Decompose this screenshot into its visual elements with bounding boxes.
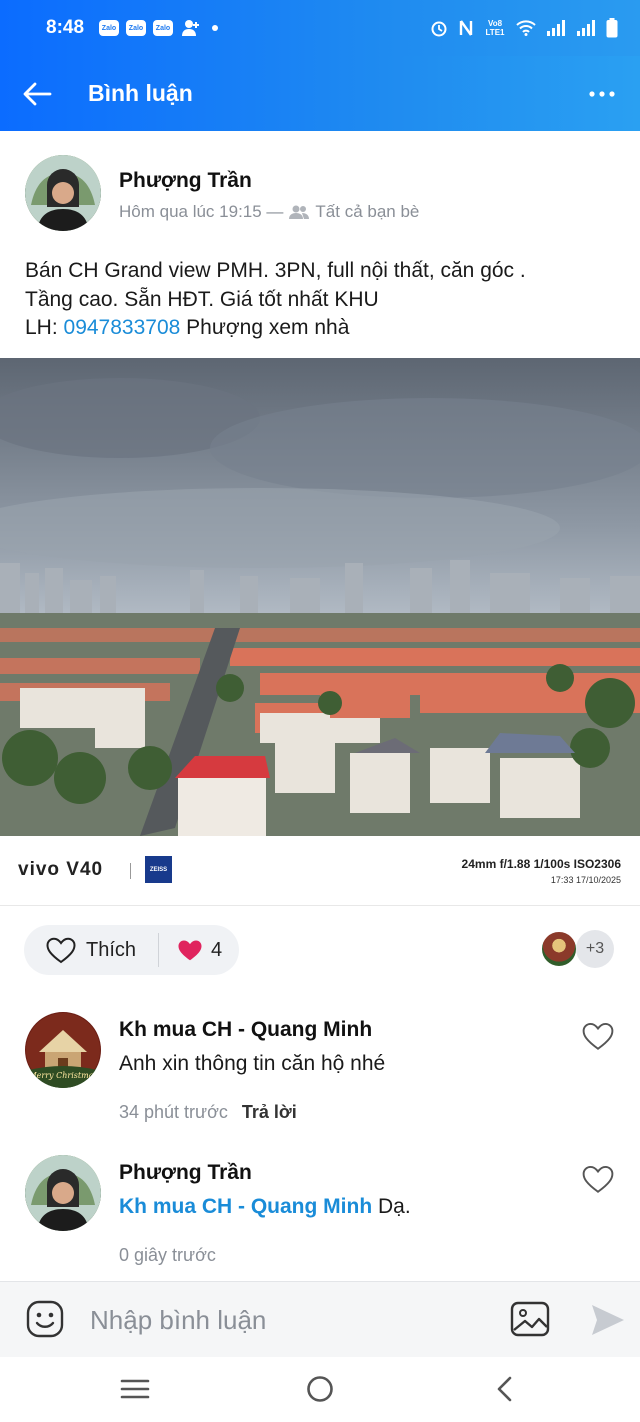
reaction-count-button[interactable]: 4: [159, 925, 222, 975]
emoji-button[interactable]: [26, 1300, 64, 1338]
app-header: Bình luận: [0, 56, 640, 131]
camera-specs: 24mm f/1.88 1/100s ISO2306: [461, 857, 621, 871]
photo-watermark: vivo V40 ZEISS 24mm f/1.88 1/100s ISO230…: [0, 836, 640, 906]
alarm-icon: [430, 19, 448, 37]
phone-link[interactable]: 0947833708: [64, 316, 181, 339]
network-label: Vo8 LTE1: [485, 19, 505, 37]
reactor-extra-count: +3: [576, 930, 614, 968]
post-audience[interactable]: Tất cả bạn bè: [315, 202, 419, 222]
zalo-icon: Zalo: [153, 20, 173, 36]
photo-button[interactable]: [510, 1300, 550, 1338]
post-text-suffix: Phượng xem nhà: [180, 316, 350, 339]
avatar[interactable]: Merry Christmas: [25, 1012, 101, 1088]
status-notifications: Zalo Zalo Zalo: [92, 19, 219, 37]
more-icon: [589, 90, 615, 97]
comment-text: Kh mua CH - Quang Minh Dạ.: [119, 1195, 411, 1219]
comment-meta: 34 phút trước Trả lời: [119, 1102, 297, 1123]
post-author-name[interactable]: Phượng Trần: [119, 169, 252, 193]
heart-outline-icon: [582, 1022, 614, 1050]
status-time: 8:48: [46, 17, 85, 38]
comment-composer: [0, 1281, 640, 1357]
comment-author[interactable]: Kh mua CH - Quang Minh: [119, 1018, 372, 1042]
status-system-icons: Vo8 LTE1: [430, 18, 618, 38]
send-icon: [592, 1305, 624, 1335]
heart-count: 4: [211, 938, 223, 961]
zalo-icon: Zalo: [99, 20, 119, 36]
reply-button[interactable]: Trả lời: [242, 1102, 297, 1123]
like-pill: Thích 4: [24, 925, 239, 975]
signal-icon: [546, 20, 566, 36]
back-button[interactable]: [0, 56, 74, 131]
post-time: Hôm qua lúc 19:15 —: [119, 202, 284, 221]
comment-text-body: Dạ.: [372, 1195, 411, 1218]
reactor-avatars[interactable]: +3: [540, 930, 614, 968]
comment-input[interactable]: [90, 1296, 480, 1344]
post-text-line: LH: 0947833708 Phượng xem nhà: [25, 314, 615, 343]
wifi-icon: [516, 20, 536, 36]
heart-outline-icon: [46, 937, 76, 963]
image-icon: [510, 1301, 550, 1337]
recents-icon: [120, 1379, 150, 1399]
zalo-icon: Zalo: [126, 20, 146, 36]
post-text-prefix: LH:: [25, 316, 64, 339]
comment-time: 0 giây trước: [119, 1245, 216, 1265]
avatar[interactable]: [25, 1155, 101, 1231]
comment-item: Merry Christmas Kh mua CH - Quang Minh A…: [0, 1012, 640, 1152]
comment-time: 34 phút trước: [119, 1102, 228, 1122]
emoji-icon: [26, 1300, 64, 1338]
post-text-line: Tầng cao. Sẵn HĐT. Giá tốt nhất KHU: [25, 287, 379, 311]
home-icon: [307, 1376, 333, 1402]
person-add-icon: [181, 19, 201, 37]
status-bar: 8:48 Zalo Zalo Zalo Vo8 LTE1: [0, 0, 640, 56]
reaction-bar: Thích 4 +3: [0, 905, 640, 995]
avatar: [540, 930, 578, 968]
post-text-line: Bán CH Grand view PMH. 3PN, full nội thấ…: [25, 259, 526, 282]
like-button[interactable]: Thích: [24, 925, 158, 975]
heart-filled-icon: [178, 939, 202, 960]
comment-item: Phượng Trần Kh mua CH - Quang Minh Dạ. 0…: [0, 1155, 640, 1295]
page-title: Bình luận: [88, 80, 193, 106]
post-author-row: Phượng Trần Hôm qua lúc 19:15 — Tất cả b…: [25, 155, 625, 235]
heart-outline-icon: [582, 1165, 614, 1193]
home-button[interactable]: [300, 1371, 340, 1407]
dot-icon: [211, 24, 219, 32]
more-button[interactable]: [564, 56, 640, 131]
avatar-caption: Merry Christmas: [27, 1071, 97, 1080]
nfc-icon: [458, 19, 474, 37]
comment-like-button[interactable]: [582, 1165, 616, 1199]
watermark-divider: [130, 863, 131, 879]
comment-text: Anh xin thông tin căn hộ nhé: [119, 1052, 386, 1075]
post-meta: Hôm qua lúc 19:15 — Tất cả bạn bè: [119, 202, 419, 222]
send-button[interactable]: [590, 1302, 626, 1338]
comment-author[interactable]: Phượng Trần: [119, 1161, 252, 1185]
recents-button[interactable]: [115, 1371, 155, 1407]
mention-link[interactable]: Kh mua CH - Quang Minh: [119, 1195, 372, 1218]
battery-icon: [606, 18, 618, 38]
post-photo[interactable]: [0, 358, 640, 836]
photo-datetime: 17:33 17/10/2025: [550, 875, 621, 885]
avatar[interactable]: [25, 155, 101, 231]
back-icon: [497, 1376, 512, 1402]
friends-icon: [289, 205, 310, 219]
system-back-button[interactable]: [484, 1371, 524, 1407]
system-navbar: [0, 1357, 640, 1422]
comment-like-button[interactable]: [582, 1022, 616, 1056]
back-arrow-icon: [23, 82, 52, 105]
comment-meta: 0 giây trước: [119, 1245, 216, 1266]
like-label: Thích: [86, 938, 137, 961]
camera-brand: vivo V40: [18, 859, 104, 880]
signal-icon: [576, 20, 596, 36]
zeiss-logo: ZEISS: [145, 856, 172, 883]
post-text: Bán CH Grand view PMH. 3PN, full nội thấ…: [25, 257, 615, 343]
